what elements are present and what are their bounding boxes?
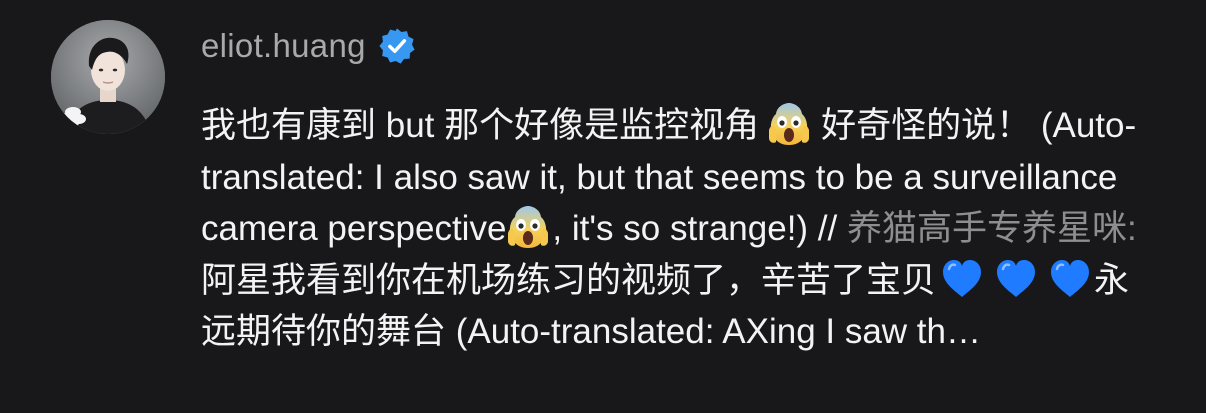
- comment: eliot.huang 我也有康到 but 那个好像是监控视角 好奇怪的说！ (A…: [0, 0, 1206, 413]
- comment-text-part: 阿星我看到你在机场练习的视频了，辛苦了宝贝: [201, 260, 937, 300]
- blue-heart-emoji: [994, 257, 1038, 301]
- blue-heart-emoji: [1048, 257, 1092, 301]
- username-row: eliot.huang: [201, 22, 416, 70]
- reply-handle[interactable]: 养猫高手专养星咪:: [847, 209, 1137, 248]
- comment-text-part: 我也有康到 but 那个好像是监控视角: [201, 106, 760, 145]
- face-screaming-in-fear-emoji: [767, 102, 811, 146]
- comment-body: 我也有康到 but 那个好像是监控视角 好奇怪的说！ (Auto-translat…: [201, 100, 1161, 358]
- blue-heart-emoji: [940, 257, 984, 301]
- verified-badge-icon: [378, 27, 416, 65]
- comment-text-part: , it's so strange!) //: [552, 209, 847, 248]
- face-screaming-in-fear-emoji: [506, 205, 550, 249]
- username[interactable]: eliot.huang: [201, 27, 366, 65]
- avatar[interactable]: [51, 20, 165, 134]
